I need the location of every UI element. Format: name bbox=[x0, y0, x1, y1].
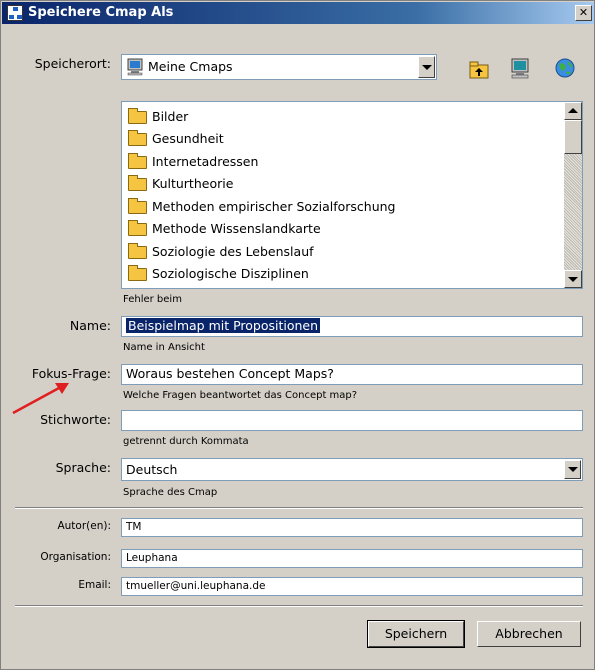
name-hint: Name in Ansicht bbox=[123, 342, 205, 353]
folder-name: Bilder bbox=[152, 109, 189, 124]
vertical-scrollbar[interactable] bbox=[564, 102, 582, 288]
folder-name: Gesundheit bbox=[152, 131, 224, 146]
folder-name: Soziologie des Lebenslauf bbox=[152, 244, 314, 259]
keywords-hint: getrennt durch Kommata bbox=[123, 436, 249, 447]
keywords-field[interactable] bbox=[121, 410, 583, 431]
chevron-down-icon bbox=[568, 277, 578, 282]
list-item[interactable]: Gesundheit bbox=[128, 129, 558, 149]
list-item[interactable]: Kulturtheorie bbox=[128, 174, 558, 194]
scrollbar-thumb[interactable] bbox=[564, 120, 582, 154]
save-button[interactable]: Speichern bbox=[367, 620, 465, 648]
focus-question-field[interactable]: Woraus bestehen Concept Maps? bbox=[121, 364, 583, 385]
cmap-app-icon bbox=[7, 5, 23, 21]
email-field[interactable]: tmueller@uni.leuphana.de bbox=[121, 577, 583, 596]
name-field[interactable]: Beispielmap mit Propositionen bbox=[121, 316, 583, 337]
language-value: Deutsch bbox=[126, 462, 178, 477]
chevron-down-icon bbox=[422, 65, 432, 70]
keywords-label: Stichworte: bbox=[40, 412, 111, 427]
language-dropdown[interactable]: Deutsch bbox=[121, 458, 583, 481]
scroll-down-button[interactable] bbox=[564, 270, 582, 288]
list-item[interactable]: Soziologie des Lebenslauf bbox=[128, 242, 558, 262]
language-hint: Sprache des Cmap bbox=[123, 487, 218, 498]
organization-field[interactable]: Leuphana bbox=[121, 549, 583, 568]
author-field[interactable]: TM bbox=[121, 518, 583, 537]
folder-icon bbox=[128, 130, 147, 146]
organization-label: Organisation: bbox=[40, 551, 111, 563]
folder-icon bbox=[128, 153, 147, 169]
globe-icon[interactable] bbox=[554, 57, 576, 79]
location-label: Speicherort: bbox=[34, 56, 111, 71]
cancel-button[interactable]: Abbrechen bbox=[477, 621, 581, 647]
list-item[interactable]: Internetadressen bbox=[128, 152, 558, 172]
window-title: Speichere Cmap Als bbox=[28, 5, 174, 20]
folder-name: Internetadressen bbox=[152, 154, 259, 169]
folder-name: Methode Wissenslandkarte bbox=[152, 221, 321, 236]
focus-question-value: Woraus bestehen Concept Maps? bbox=[126, 366, 334, 381]
focus-question-hint: Welche Fragen beantwortet das Concept ma… bbox=[123, 390, 358, 401]
folder-icon bbox=[128, 220, 147, 236]
organization-value: Leuphana bbox=[126, 552, 178, 564]
close-button[interactable]: ✕ bbox=[575, 5, 592, 21]
list-item[interactable]: Bilder bbox=[128, 107, 558, 127]
folder-icon bbox=[128, 108, 147, 124]
chevron-up-icon bbox=[568, 108, 578, 113]
language-dropdown-button[interactable] bbox=[564, 460, 581, 479]
separator bbox=[15, 507, 583, 509]
title-bar: Speichere Cmap Als ✕ bbox=[2, 2, 594, 24]
focus-question-label: Fokus-Frage: bbox=[31, 366, 111, 381]
author-label: Autor(en): bbox=[57, 520, 111, 532]
computer-icon[interactable] bbox=[509, 57, 531, 79]
name-label: Name: bbox=[69, 318, 111, 333]
scroll-up-button[interactable] bbox=[564, 102, 582, 120]
author-value: TM bbox=[126, 521, 142, 533]
folder-icon bbox=[128, 243, 147, 259]
list-item[interactable]: Soziologische Disziplinen bbox=[128, 264, 558, 284]
location-dropdown-button[interactable] bbox=[418, 56, 435, 78]
chevron-down-icon bbox=[568, 467, 578, 472]
folder-up-icon[interactable] bbox=[468, 59, 490, 81]
location-dropdown[interactable]: Meine Cmaps bbox=[121, 54, 437, 80]
folder-name: Methoden empirischer Sozialforschung bbox=[152, 199, 396, 214]
list-status: Fehler beim bbox=[123, 294, 182, 305]
list-item[interactable]: Methoden empirischer Sozialforschung bbox=[128, 197, 558, 217]
email-value: tmueller@uni.leuphana.de bbox=[126, 580, 266, 592]
location-value: Meine Cmaps bbox=[148, 59, 233, 74]
list-item[interactable]: Methode Wissenslandkarte bbox=[128, 219, 558, 239]
language-label: Sprache: bbox=[55, 460, 111, 475]
name-value: Beispielmap mit Propositionen bbox=[126, 318, 321, 333]
folder-icon bbox=[128, 265, 147, 281]
folder-name: Kulturtheorie bbox=[152, 176, 234, 191]
folder-icon bbox=[128, 175, 147, 191]
folder-name: Soziologische Disziplinen bbox=[152, 266, 309, 281]
email-label: Email: bbox=[78, 579, 111, 591]
folder-list[interactable]: Bilder Gesundheit Internetadressen Kultu… bbox=[121, 101, 583, 289]
separator bbox=[15, 605, 583, 607]
computer-icon bbox=[127, 58, 143, 76]
save-dialog: Speichere Cmap Als ✕ Speicherort: Meine … bbox=[0, 0, 595, 670]
folder-icon bbox=[128, 198, 147, 214]
